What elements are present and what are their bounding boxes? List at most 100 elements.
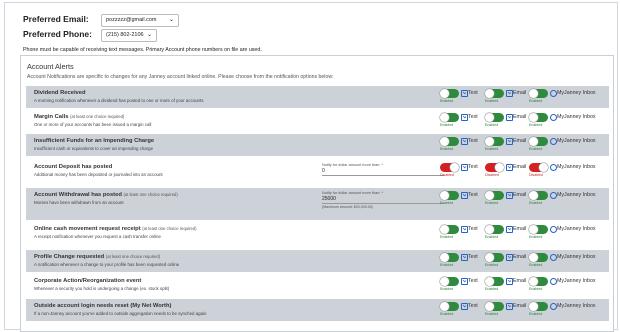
- text-toggle[interactable]: [440, 225, 459, 234]
- email-option-label: Email: [513, 138, 527, 144]
- text-icon: [461, 164, 468, 171]
- text-toggle[interactable]: [440, 277, 459, 286]
- toggle-state-label: Disabled: [529, 173, 543, 177]
- alert-row: Corporate Action/Reorganization event Whe…: [26, 274, 609, 297]
- text-toggle[interactable]: [440, 253, 459, 262]
- toggle-state-label: Enabled: [529, 201, 543, 205]
- toggle-knob: [440, 137, 449, 146]
- email-option-label: Email: [513, 278, 527, 284]
- email-option-label: Email: [513, 303, 527, 309]
- toggle-state-label: Enabled: [485, 123, 499, 127]
- text-toggle[interactable]: [440, 137, 459, 146]
- inbox-toggle[interactable]: [529, 253, 548, 262]
- toggle-state-label: Enabled: [440, 201, 454, 205]
- alert-required-note: (at least one choice required): [123, 192, 178, 197]
- inbox-icon: [550, 278, 557, 285]
- toggle-knob: [485, 302, 494, 311]
- text-toggle[interactable]: [440, 163, 459, 172]
- inbox-icon: [550, 192, 557, 199]
- text-toggle[interactable]: [440, 89, 459, 98]
- toggle-state-label: Enabled: [440, 147, 454, 151]
- toggle-state-label: Disabled: [440, 173, 454, 177]
- inbox-icon: [550, 114, 557, 121]
- email-toggle[interactable]: [485, 89, 504, 98]
- alert-description: Whenever a security you hold is undergoi…: [34, 286, 170, 291]
- threshold-input[interactable]: 0: [322, 168, 444, 176]
- alert-description: A morning notification whenever a divide…: [34, 98, 204, 103]
- inbox-option-label: MyJanney Inbox: [557, 278, 596, 284]
- alert-row: Online cash movement request receipt (at…: [26, 222, 609, 248]
- inbox-toggle[interactable]: [529, 163, 548, 172]
- email-toggle[interactable]: [485, 302, 504, 311]
- toggle-knob: [485, 113, 494, 122]
- inbox-toggle[interactable]: [529, 277, 548, 286]
- alert-row: Insufficient Funds for an Impending Char…: [26, 134, 609, 156]
- email-toggle[interactable]: [485, 277, 504, 286]
- inbox-option-label: MyJanney Inbox: [557, 303, 596, 309]
- inbox-option-label: MyJanney Inbox: [557, 114, 596, 120]
- text-option-label: Text: [468, 226, 478, 232]
- threshold-input[interactable]: 25000: [322, 196, 444, 204]
- alert-description: A receipt notification whenever you requ…: [34, 234, 161, 239]
- toggle-state-label: Enabled: [485, 201, 499, 205]
- email-toggle[interactable]: [485, 225, 504, 234]
- toggle-state-label: Enabled: [529, 99, 543, 103]
- text-toggle[interactable]: [440, 302, 459, 311]
- preferred-email-select[interactable]: pozzzzz@gmail.com ⌄: [101, 14, 179, 27]
- toggle-state-label: Enabled: [529, 235, 543, 239]
- text-option-label: Text: [468, 138, 478, 144]
- inbox-toggle[interactable]: [529, 225, 548, 234]
- email-toggle[interactable]: [485, 253, 504, 262]
- alert-row: Margin Calls (at least one choice requir…: [26, 110, 609, 132]
- text-icon: [461, 226, 468, 233]
- toggle-knob: [485, 191, 494, 200]
- toggle-knob: [485, 225, 494, 234]
- inbox-toggle[interactable]: [529, 113, 548, 122]
- alert-title: Account Deposit has posted: [34, 164, 112, 170]
- inbox-toggle[interactable]: [529, 302, 548, 311]
- toggle-knob: [450, 163, 459, 172]
- alert-description: A notification whenever a change to your…: [34, 262, 180, 267]
- preferred-phone-select[interactable]: (215) 802-2106 ⌄: [101, 29, 157, 42]
- toggle-knob: [529, 89, 538, 98]
- phone-note: Phone must be capable of receiving text …: [23, 47, 262, 53]
- toggle-knob: [495, 163, 504, 172]
- alert-title: Dividend Received: [34, 90, 86, 96]
- email-toggle[interactable]: [485, 113, 504, 122]
- text-icon: [461, 278, 468, 285]
- email-toggle[interactable]: [485, 163, 504, 172]
- toggle-knob: [529, 113, 538, 122]
- toggle-state-label: Disabled: [485, 173, 499, 177]
- text-toggle[interactable]: [440, 113, 459, 122]
- email-option-label: Email: [513, 90, 527, 96]
- inbox-toggle[interactable]: [529, 89, 548, 98]
- text-option-label: Text: [468, 114, 478, 120]
- alert-description: Monies have been withdrawn from an accou…: [34, 200, 124, 205]
- email-icon: [506, 192, 513, 199]
- toggle-state-label: Enabled: [529, 287, 543, 291]
- inbox-option-label: MyJanney Inbox: [557, 90, 596, 96]
- email-option-label: Email: [513, 114, 527, 120]
- threshold-max-note: (Maximum amount: $20,000.00): [322, 205, 373, 209]
- email-icon: [506, 138, 513, 145]
- text-option-label: Text: [468, 164, 478, 170]
- inbox-toggle[interactable]: [529, 137, 548, 146]
- text-toggle[interactable]: [440, 191, 459, 200]
- preferred-phone-label: Preferred Phone:: [23, 29, 92, 39]
- inbox-option-label: MyJanney Inbox: [557, 192, 596, 198]
- toggle-knob: [440, 191, 449, 200]
- email-toggle[interactable]: [485, 191, 504, 200]
- inbox-toggle[interactable]: [529, 191, 548, 200]
- toggle-state-label: Enabled: [485, 99, 499, 103]
- toggle-knob: [485, 89, 494, 98]
- threshold-field: Notify for dollar amount more than: * 250…: [322, 191, 444, 209]
- alert-description: If a non-Janney account you've added to …: [34, 311, 207, 316]
- text-icon: [461, 90, 468, 97]
- alert-title-text: Corporate Action/Reorganization event: [34, 278, 142, 284]
- alert-title: Account Withdrawal has posted (at least …: [34, 192, 178, 198]
- toggle-knob: [485, 137, 494, 146]
- text-option-label: Text: [468, 278, 478, 284]
- text-option-label: Text: [468, 90, 478, 96]
- email-toggle[interactable]: [485, 137, 504, 146]
- email-option-label: Email: [513, 254, 527, 260]
